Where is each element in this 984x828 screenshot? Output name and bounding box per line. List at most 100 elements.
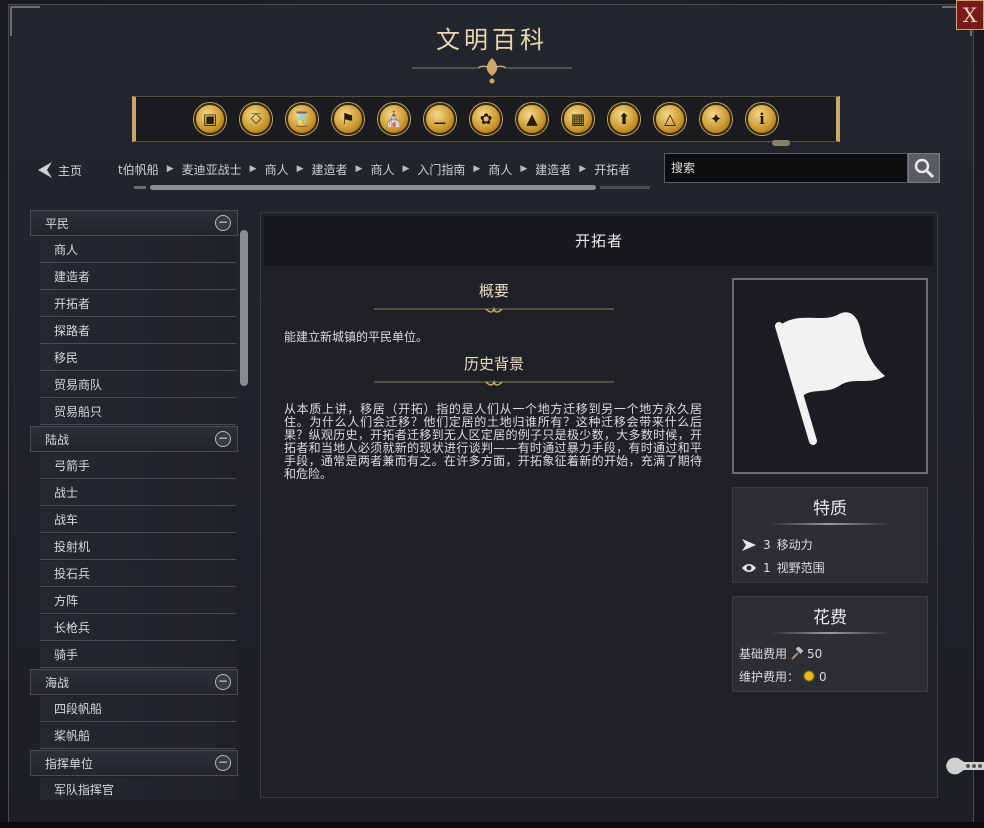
traits-title: 特质 [813,499,847,519]
breadcrumb-item[interactable]: 商人 [488,161,512,178]
breadcrumb-item[interactable]: 商人 [265,161,289,178]
home-button[interactable]: 主页 [36,158,82,182]
breadcrumb-item[interactable]: 建造者 [312,161,348,178]
sidebar-item[interactable]: 军队指挥官 [40,777,236,800]
panel-divider [770,523,890,525]
bird-icon[interactable]: ✦ [700,103,732,135]
category-toolbar: ▣ ⎏ ⌛ ⚑ ⛪ ⚊ ✿ ▲ ▦ ⬆ △ ✦ i [132,96,840,142]
side-scroll-handle[interactable] [944,754,984,778]
pillar-icon[interactable]: ⎏ [240,103,272,135]
overview-text: 能建立新城镇的平民单位。 [284,330,429,344]
sidebar-section-civilian[interactable]: 平民 − [30,210,238,236]
temple-icon[interactable]: ⛪ [378,103,410,135]
breadcrumb-scroll-right [600,186,650,189]
breadcrumb-scroll-left [134,186,146,189]
sidebar-section-naval[interactable]: 海战 − [30,669,238,695]
mountain-icon[interactable]: ▲ [516,103,548,135]
book-icon[interactable]: ⚊ [424,103,456,135]
toolbar-knob [772,140,790,146]
breadcrumb-item[interactable]: t伯帆船 [118,161,159,178]
breadcrumb-scrollbar[interactable] [150,185,596,190]
sidebar-item[interactable]: 建造者 [40,264,236,290]
sidebar-scrollbar-thumb[interactable] [240,230,248,386]
sidebar-item[interactable]: 弓箭手 [40,453,236,479]
trait-row: 3 移动力 [733,533,927,556]
sidebar-item[interactable]: 四段帆船 [40,696,236,722]
eye-icon [742,563,756,572]
sidebar-item[interactable]: 商人 [40,237,236,263]
trait-value: 1 [763,560,771,575]
chevron-right-icon: ▶ [579,164,587,174]
collapse-icon[interactable]: − [215,431,231,447]
arrow-up-icon[interactable]: ⬆ [608,103,640,135]
collapse-icon[interactable]: − [215,674,231,690]
sidebar-item[interactable]: 投石兵 [40,561,236,587]
chevron-right-icon: ▶ [520,164,528,174]
building-icon[interactable]: ▦ [562,103,594,135]
flag-icon [775,312,885,445]
breadcrumb-item[interactable]: 麦迪亚战士 [182,161,242,178]
breadcrumb-item[interactable]: 商人 [370,161,394,178]
cost-label: 基础费用 [739,647,788,661]
hammer-icon [791,646,804,660]
cost-title: 花费 [813,608,847,628]
sidebar-item[interactable]: 桨帆船 [40,723,236,749]
sidebar-item[interactable]: 探路者 [40,318,236,344]
sidebar: 平民 − 商人 建造者 开拓者 探路者 移民 贸易商队 贸易船只 陆战 − 弓箭… [30,210,242,800]
sidebar-item[interactable]: 移民 [40,345,236,371]
section-label: 指挥单位 [45,756,94,771]
home-label: 主页 [58,163,83,178]
collapse-icon[interactable]: − [215,755,231,771]
back-arrow-icon [38,162,52,178]
section-divider [374,306,614,313]
gold-coin-icon [803,670,815,681]
overview-title: 概要 [478,282,509,300]
breadcrumb-item[interactable]: 入门指南 [417,161,465,178]
bottom-bar [0,822,984,828]
chevron-right-icon: ▶ [249,164,257,174]
info-icon[interactable]: i [746,103,778,135]
panel-divider [770,632,890,634]
sidebar-section-land[interactable]: 陆战 − [30,426,238,452]
search-input[interactable] [664,153,908,183]
sidebar-item[interactable]: 贸易商队 [40,372,236,398]
cost-label: 维护费用： [739,670,800,684]
chevron-right-icon: ▶ [473,164,481,174]
trait-value: 3 [763,537,771,552]
sidebar-item[interactable]: 方阵 [40,588,236,614]
traits-panel: 特质 3 移动力 1 视野范围 [732,487,928,583]
sidebar-item[interactable]: 长枪兵 [40,615,236,641]
section-label: 海战 [45,675,70,690]
arrow-icon [742,538,756,551]
history-text: 从本质上讲，移居（开拓）指的是人们从一个地方迁移到另一个地方永久居住。为什么人们… [284,402,702,481]
history-title: 历史背景 [463,355,524,373]
sidebar-item[interactable]: 开拓者 [40,291,236,317]
cost-panel: 花费 基础费用 50 维护费用： 0 [732,596,928,692]
sidebar-section-command[interactable]: 指挥单位 − [30,750,238,776]
cost-row-base: 基础费用 50 [733,642,927,665]
sidebar-item[interactable]: 骑手 [40,642,236,668]
flag-icon[interactable]: ⚑ [332,103,364,135]
search-button[interactable] [908,153,940,183]
breadcrumb-item[interactable]: 建造者 [535,161,571,178]
section-divider [374,379,614,386]
cube-icon[interactable]: ▣ [194,103,226,135]
breadcrumb: t伯帆船 ▶ 麦迪亚战士 ▶ 商人 ▶ 建造者 ▶ 商人 ▶ 入门指南 ▶ 商人… [118,158,648,180]
sidebar-item[interactable]: 战士 [40,480,236,506]
pyramid-icon[interactable]: △ [654,103,686,135]
title-ornament [412,58,572,84]
flower-icon[interactable]: ✿ [470,103,502,135]
cost-value: 0 [819,669,827,684]
section-label: 陆战 [45,432,70,447]
unit-portrait [732,278,928,474]
collapse-icon[interactable]: − [215,215,231,231]
sidebar-item[interactable]: 投射机 [40,534,236,560]
chevron-right-icon: ▶ [355,164,363,174]
sidebar-item[interactable]: 贸易船只 [40,399,236,425]
breadcrumb-item-current[interactable]: 开拓者 [594,161,630,178]
cost-value: 50 [807,646,823,661]
chevron-right-icon: ▶ [166,164,174,174]
hourglass-icon[interactable]: ⌛ [286,103,318,135]
sidebar-item[interactable]: 战车 [40,507,236,533]
cost-row-upkeep: 维护费用： 0 [733,665,927,688]
